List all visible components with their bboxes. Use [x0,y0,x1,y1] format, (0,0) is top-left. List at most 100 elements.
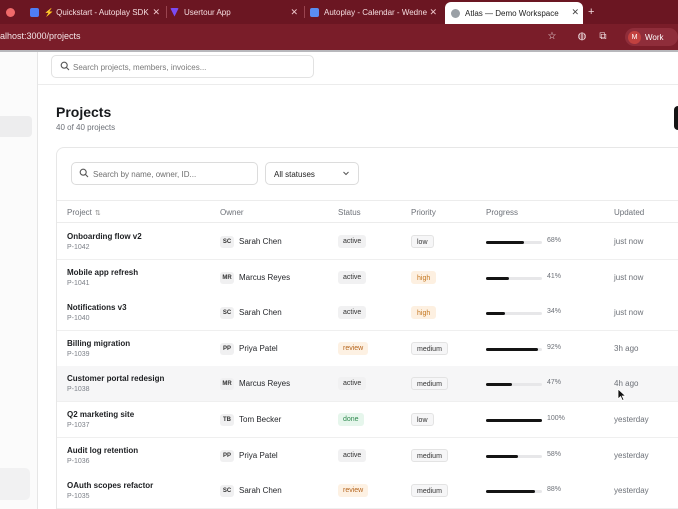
progress-bar-fill [486,312,506,316]
close-tab-icon[interactable]: ✕ [152,7,160,18]
status-filter-value: All statuses [274,170,315,179]
tab-pinned[interactable] [6,2,26,22]
project-search[interactable] [71,162,258,185]
sidebar-user-card[interactable] [0,468,30,500]
profile-avatar: M [628,30,641,44]
project-name[interactable]: Notifications v3 [67,303,127,312]
status-badge: done [338,413,364,426]
progress-percent: 92% [547,343,562,351]
owner-avatar: SC [220,307,234,320]
tab-atlas-active[interactable]: Atlas — Demo Workspace ✕ [445,2,583,24]
url-text[interactable]: alhost:3000/projects [0,31,81,41]
priority-badge: low [411,235,434,248]
sort-icon[interactable]: ⇅ [95,209,101,217]
status-filter-select[interactable]: All statuses [265,162,359,185]
project-id: P-1036 [67,457,90,465]
column-header-updated: Updated [614,208,645,217]
progress-bar-fill [486,347,538,351]
profile-button[interactable]: M Work [625,28,678,46]
globe-favicon-icon [451,8,460,18]
sidebar-item-active[interactable] [0,116,32,137]
table-row[interactable]: Notifications v3 P-1040 SC Sarah Chen active… [57,295,678,332]
column-header-project[interactable]: Project ⇅ [67,208,101,217]
updated-time: yesterday [614,486,649,496]
project-id: P-1040 [67,315,90,323]
tab-title: Usertour App [184,7,231,17]
owner-avatar: TB [220,414,234,426]
updated-time: just now [614,272,644,282]
progress-percent: 34% [547,308,562,316]
extension-globe-icon[interactable]: ◍ [576,31,588,43]
progress-bar [486,383,542,387]
close-tab-icon[interactable]: ✕ [290,7,298,18]
table-row[interactable]: OAuth scopes refactor P-1035 SC Sarah Chen r… [57,473,678,509]
tab-divider [304,6,305,18]
global-search-input[interactable] [73,59,309,75]
owner-name: Tom Becker [239,415,282,424]
bookmark-star-icon[interactable]: ☆ [546,31,558,43]
tab-title: Atlas — Demo Workspace [465,8,559,18]
owner-avatar: MR [220,378,234,391]
progress-bar [486,490,542,494]
tab-divider [166,6,167,18]
tab-calendar[interactable]: Autoplay - Calendar - Wedne ✕ [310,2,441,22]
plus-icon: + [588,6,595,18]
progress-bar [486,276,542,280]
owner-name: Priya Patel [239,343,278,353]
project-name[interactable]: Q2 marketing site [67,410,134,419]
sidebar [0,52,38,509]
owner-name: Marcus Reyes [239,379,291,389]
project-name[interactable]: Customer portal redesign [67,374,164,383]
project-id: P-1038 [67,386,90,394]
record-icon [6,7,15,17]
project-name[interactable]: Mobile app refresh [67,268,138,277]
progress-percent: 68% [547,237,562,244]
owner-avatar: SC [220,485,234,498]
owner-name: Sarah Chen [239,486,282,496]
tab-title: Autoplay - Calendar - Wedne [324,7,428,17]
column-header-owner: Owner [220,208,244,217]
table-row[interactable]: Q2 marketing site P-1037 TB Tom Becker done l… [57,402,678,438]
project-name[interactable]: Audit log retention [67,446,138,455]
project-name[interactable]: Billing migration [67,339,130,348]
progress-bar [486,454,542,458]
progress-percent: 47% [547,379,562,387]
project-name[interactable]: OAuth scopes refactor [67,481,153,490]
progress-bar-fill [486,276,509,280]
new-tab-button[interactable]: + [588,2,600,22]
table-row[interactable]: Customer portal redesign P-1038 MR Marcus R… [57,366,678,403]
project-name[interactable]: Onboarding flow v2 [67,232,142,241]
progress-percent: 41% [547,272,562,280]
profile-label: Work [645,32,664,42]
tab-usertour[interactable]: Usertour App ✕ [170,2,302,22]
project-search-input[interactable] [93,166,253,182]
priority-badge: medium [411,484,448,498]
table-row[interactable]: Billing migration P-1039 PP Priya Patel revi… [57,330,678,367]
status-badge: review [338,484,369,498]
tab-quickstart[interactable]: ⚡ Quickstart - Autoplay SDK ✕ [30,2,164,22]
close-tab-icon[interactable]: ✕ [429,7,437,18]
close-tab-icon[interactable]: ✕ [571,7,579,18]
owner-avatar: SC [220,236,234,248]
page-title: Projects [56,104,112,120]
autoplay-favicon-icon [30,7,39,17]
status-badge: active [338,306,367,320]
owner-avatar: PP [220,449,234,462]
progress-percent: 100% [547,415,565,422]
progress-percent: 88% [547,486,562,494]
table-row[interactable]: Audit log retention P-1036 PP Priya Patel ac… [57,437,678,474]
table-header: Project ⇅ Owner Status Priority Progress … [57,200,678,223]
progress-bar-fill [486,490,536,494]
usertour-favicon-icon [170,7,179,17]
updated-time: 3h ago [614,343,639,353]
new-project-button[interactable] [674,106,678,130]
column-header-priority: Priority [411,208,436,217]
owner-name: Marcus Reyes [239,272,291,282]
updated-time: yesterday [614,450,649,460]
table-row[interactable]: Mobile app refresh P-1041 MR Marcus Reyes ac… [57,259,678,296]
projects-card: All statuses Project⇅ Owner Status Prior… [56,147,678,509]
global-search[interactable] [51,55,314,78]
extensions-puzzle-icon[interactable]: ⧉ [597,31,609,43]
progress-bar-fill [486,454,519,458]
table-row[interactable]: Onboarding flow v2 P-1042 SC Sarah Chen acti… [57,224,678,260]
